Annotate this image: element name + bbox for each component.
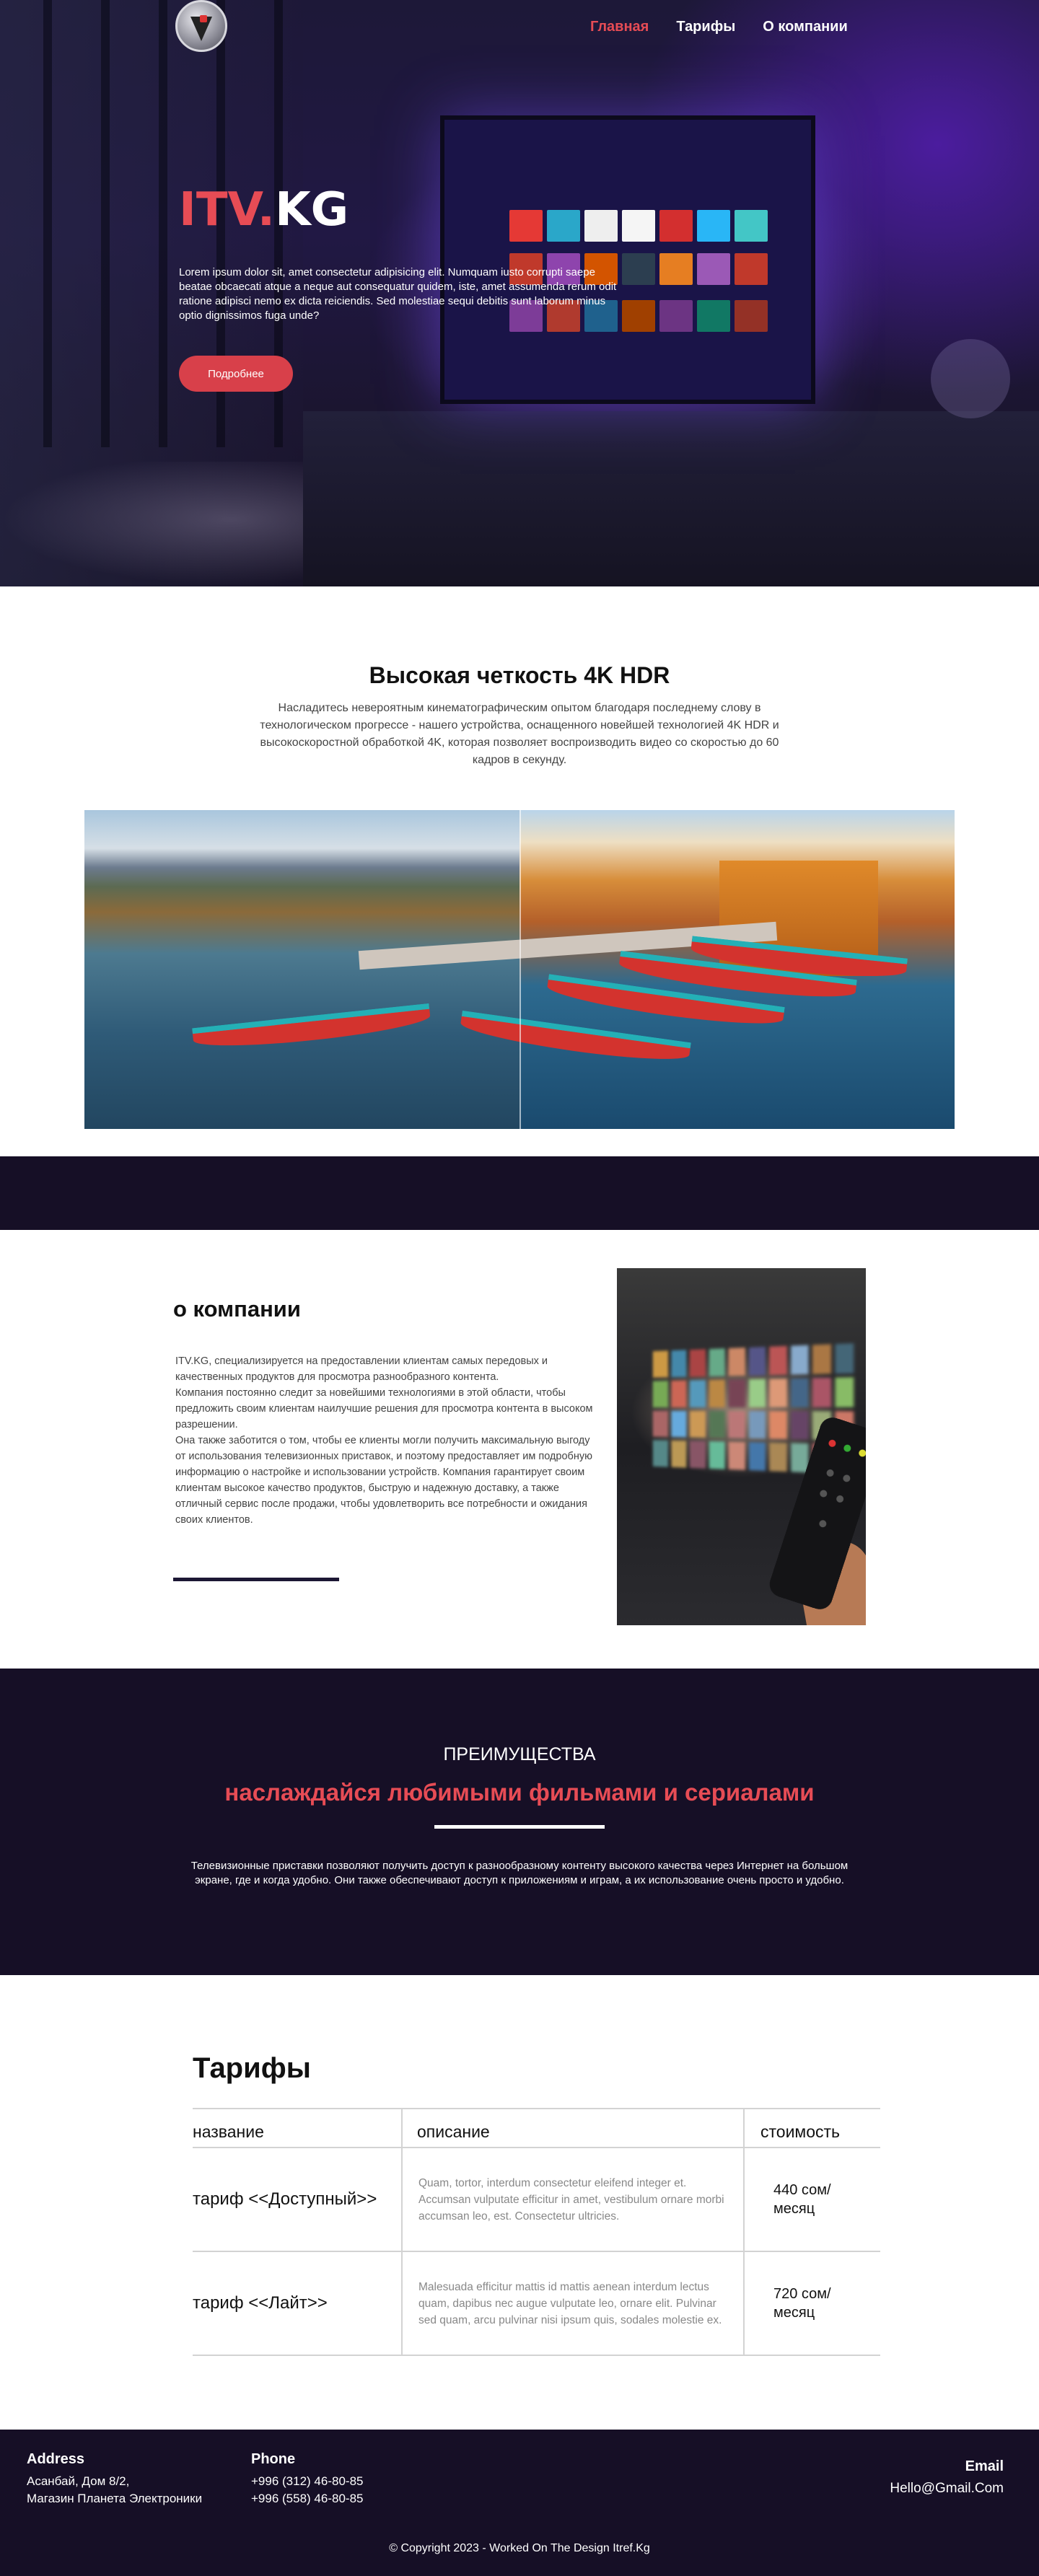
divider-band	[0, 1156, 1039, 1230]
column-header-description: описание	[401, 2108, 745, 2148]
footer-phone-link-2[interactable]: +996 (558) 46-80-85	[251, 2490, 363, 2507]
hero-text: Lorem ipsum dolor sit, amet consectetur …	[179, 266, 617, 322]
tariff-description: Malesuada efficitur mattis id mattis aen…	[401, 2251, 745, 2356]
nav-item-tariffs[interactable]: Тарифы	[676, 19, 735, 35]
nav-item-about[interactable]: О компании	[763, 19, 847, 35]
quality-text: Насладитесь невероятным кинематографичес…	[260, 702, 779, 766]
table-header-row: название описание стоимость	[193, 2108, 880, 2148]
about-remote-image	[617, 1268, 866, 1625]
tariff-price-amount: 440 сом/	[773, 2182, 831, 2198]
about-title: о компании	[173, 1296, 301, 1322]
footer-email-link[interactable]: Hello@Gmail.Com	[890, 2480, 1004, 2497]
tariffs-title: Тарифы	[193, 2052, 311, 2084]
column-header-price: стоимость	[744, 2108, 880, 2148]
footer-phone-link-1[interactable]: +996 (312) 46-80-85	[251, 2473, 363, 2490]
tariff-name: тариф <<Лайт>>	[193, 2251, 402, 2356]
quality-comparison-image	[84, 810, 955, 1129]
hero-section: Главная Тарифы О компании ITV.KG Lorem i…	[0, 0, 1039, 586]
more-button[interactable]: Подробнее	[179, 356, 293, 392]
hero-background-cabinet	[303, 411, 1039, 586]
footer-address-line2: Магазин Планета Электроники	[27, 2492, 203, 2505]
about-text: ITV.KG, специализируется на предоставлен…	[175, 1355, 593, 1526]
column-header-name: название	[193, 2108, 402, 2148]
tariff-price-period: месяц	[773, 2305, 815, 2321]
nav-item-home[interactable]: Главная	[590, 19, 649, 35]
advantages-underline	[434, 1825, 605, 1829]
table-row[interactable]: тариф <<Доступный>> Quam, tortor, interd…	[193, 2148, 880, 2252]
hero-tv-image	[440, 115, 815, 404]
tariff-price-amount: 720 сом/	[773, 2286, 831, 2302]
footer-address-line1: Асанбай, Дом 8/2,	[27, 2474, 130, 2488]
tariffs-table: название описание стоимость тариф <<Дост…	[193, 2108, 880, 2356]
tariff-description: Quam, tortor, interdum consectetur eleif…	[401, 2148, 745, 2252]
tariff-price-period: месяц	[773, 2201, 815, 2217]
advantages-label: ПРЕИМУЩЕСТВА	[443, 1744, 596, 1764]
brand-part2: KG	[275, 183, 349, 237]
copyright-text: © Copyright 2023 - Worked On The Design …	[389, 2542, 650, 2554]
about-underline	[173, 1578, 339, 1581]
footer-email-title: Email	[965, 2458, 1004, 2474]
hero-background-vase	[931, 339, 1010, 418]
table-row[interactable]: тариф <<Лайт>> Malesuada efficitur matti…	[193, 2251, 880, 2356]
hero-brand-title: ITV.KG	[179, 183, 348, 237]
advantages-title: наслаждайся любимыми фильмами и сериалам…	[224, 1779, 815, 1806]
quality-title: Высокая четкость 4K HDR	[369, 662, 670, 688]
tariff-price: 440 сом/месяц	[744, 2148, 880, 2252]
tariff-name: тариф <<Доступный>>	[193, 2148, 402, 2252]
tariff-price: 720 сом/месяц	[744, 2251, 880, 2356]
brand-part1: ITV.	[179, 183, 276, 237]
main-nav: Главная Тарифы О компании	[590, 19, 848, 35]
footer-address-title: Address	[27, 2451, 85, 2467]
footer-phone-title: Phone	[251, 2451, 296, 2467]
advantages-text: Телевизионные приставки позволяют получи…	[190, 1860, 849, 1886]
advantages-section	[0, 1669, 1039, 1975]
logo-icon[interactable]	[175, 0, 227, 52]
